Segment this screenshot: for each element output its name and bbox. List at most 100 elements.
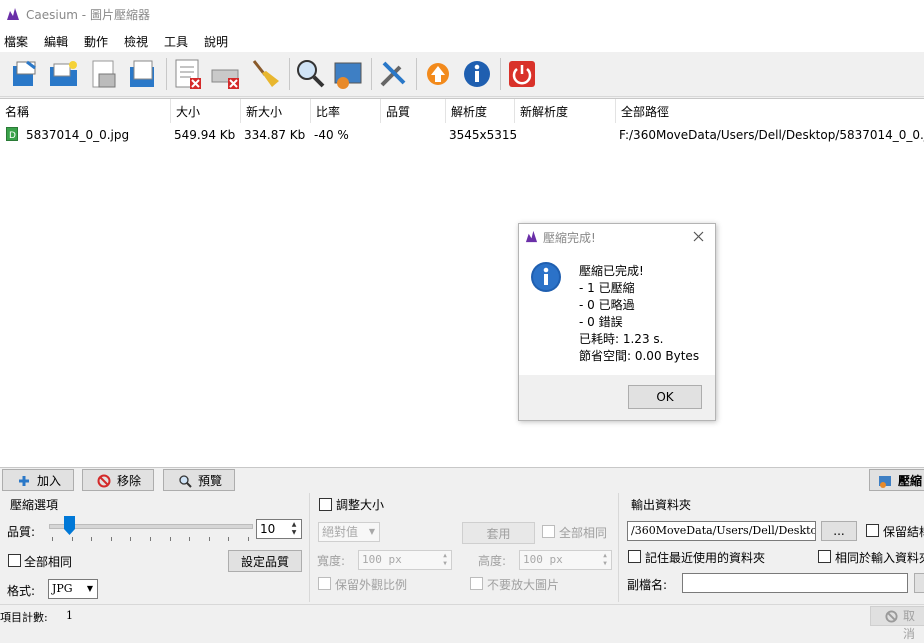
browse-button[interactable]: ... [821,521,857,541]
cell-quality [379,126,449,144]
width-spinbox[interactable]: 100 px ▲ ▼ [358,550,452,570]
add-button-label: 加入 [37,474,62,488]
suffix-options-button[interactable] [914,573,924,593]
menu-file[interactable]: 檔案 [4,33,28,50]
settings-button[interactable] [376,57,410,91]
width-label: 寬度: [317,554,346,568]
dialog-message-line: 壓縮已完成! [579,264,644,278]
menu-action[interactable]: 動作 [84,33,108,50]
cell-name: 5837014_0_0.jpg [26,128,130,142]
open-files-icon [13,60,36,86]
no-enlarge-label: 不要放大圖片 [487,578,560,592]
preview-button-bottom[interactable]: 預覽 [163,469,235,491]
add-button[interactable]: 加入 [2,469,74,491]
slider-tick [150,537,151,541]
file-list[interactable]: 名稱 大小 新大小 比率 品質 解析度 新解析度 全部路徑 D 5837014_… [0,98,924,468]
open-folder-button[interactable] [47,57,81,91]
menu-bar: 檔案 編輯 動作 檢視 工具 說明 [0,28,924,52]
width-value: 100 px [362,553,402,566]
keep-ratio-checkbox[interactable] [318,577,331,590]
spin-arrows-icon[interactable]: ▲ ▼ [600,552,610,568]
same-as-input-label: 相同於輸入資料夾 [835,551,924,565]
column-quality[interactable]: 品質 [381,99,446,123]
caesium-logo-icon [7,8,19,20]
info-icon [464,61,490,87]
resize-checkbox[interactable] [319,498,332,511]
preview-button[interactable] [293,57,327,91]
remember-folder-label: 記住最近使用的資料夾 [645,551,766,565]
resize-mode-value: 絕對值 [322,525,359,539]
height-spinbox[interactable]: 100 px ▲ ▼ [519,550,612,570]
menu-edit[interactable]: 編輯 [44,33,68,50]
open-files-button[interactable] [8,57,42,91]
resize-group: 調整大小 絕對值 ▼ 套用 全部相同 寬度: 100 px ▲ ▼ 高度: 100… [313,493,619,602]
cancel-button-label: 取消 [903,609,916,641]
format-select[interactable]: JPG ▼ [48,579,98,599]
save-list-button[interactable] [88,57,122,91]
resize-mode-select[interactable]: 絕對值 ▼ [318,522,380,542]
column-name[interactable]: 名稱 [0,99,171,123]
apply-button[interactable]: 套用 [462,522,535,544]
column-new-size[interactable]: 新大小 [241,99,311,123]
clean-button[interactable] [248,57,282,91]
preview-icon [297,60,325,88]
column-full-path[interactable]: 全部路徑 [616,99,924,123]
settings-icon [380,61,406,87]
quality-slider-thumb[interactable] [63,516,75,535]
dialog-message-line: - 1 已壓縮 [579,281,635,295]
remove-item-button[interactable] [171,57,205,91]
slider-tick [228,537,230,541]
update-button[interactable] [421,57,455,91]
suffix-field[interactable] [682,573,908,593]
compress-button-label: 壓縮 [898,474,923,488]
resize-title: 調整大小 [336,498,385,512]
quality-spinbox[interactable]: 10 ▲ ▼ [256,519,302,539]
output-folder-group: 輸出資料夾 /360MoveData/Users/Dell/Desktop ..… [622,493,924,602]
keep-structure-checkbox[interactable] [866,524,879,537]
output-path-field[interactable]: /360MoveData/Users/Dell/Desktop [627,521,816,541]
compress-button[interactable]: 壓縮 [869,469,924,491]
preview-image-button[interactable] [331,57,365,91]
spin-arrows-icon[interactable]: ▲ ▼ [440,552,450,568]
menu-help[interactable]: 說明 [204,33,228,50]
cell-size: 549.94 Kb [174,128,236,142]
chevron-down-icon: ▼ [86,584,93,593]
resize-same-checkbox[interactable] [542,525,555,538]
close-icon[interactable] [693,231,704,242]
remove-item-icon [175,59,201,89]
status-bar: 項目計數: 1 取消 [0,604,924,641]
image-file-icon: D [6,127,18,141]
column-resolution[interactable]: 解析度 [446,99,515,123]
cancel-button[interactable]: 取消 [870,606,924,641]
svg-text:D: D [9,131,16,141]
set-quality-button[interactable]: 設定品質 [228,550,302,572]
cell-resolution: 3545x5315 [449,128,518,142]
slider-tick [91,537,93,541]
slider-tick [130,537,132,541]
info-button[interactable] [460,57,494,91]
spin-arrows-icon[interactable]: ▲ ▼ [288,521,300,537]
menu-tools[interactable]: 工具 [164,33,188,50]
exit-button[interactable] [505,57,539,91]
dialog-title: 壓縮完成! [543,231,596,245]
slider-tick [110,537,112,541]
quality-slider-track[interactable] [49,524,253,529]
same-as-input-checkbox[interactable] [818,550,831,563]
remove-button[interactable]: 移除 [82,469,154,491]
open-list-button[interactable] [126,57,160,91]
slider-tick [71,537,73,541]
window-title: Caesium - 圖片壓縮器 [26,8,150,22]
menu-view[interactable]: 檢視 [124,33,148,50]
ok-button[interactable]: OK [628,385,702,409]
no-enlarge-checkbox[interactable] [470,577,483,590]
column-ratio[interactable]: 比率 [311,99,381,123]
slider-tick [169,537,171,541]
clear-list-button[interactable] [209,57,243,91]
same-quality-checkbox[interactable] [8,554,21,567]
cell-new-resolution [513,126,618,144]
update-icon [427,63,449,85]
column-new-resolution[interactable]: 新解析度 [515,99,616,123]
column-size[interactable]: 大小 [171,99,241,123]
dialog-message-line: - 0 錯誤 [579,315,623,329]
remember-folder-checkbox[interactable] [628,550,641,563]
